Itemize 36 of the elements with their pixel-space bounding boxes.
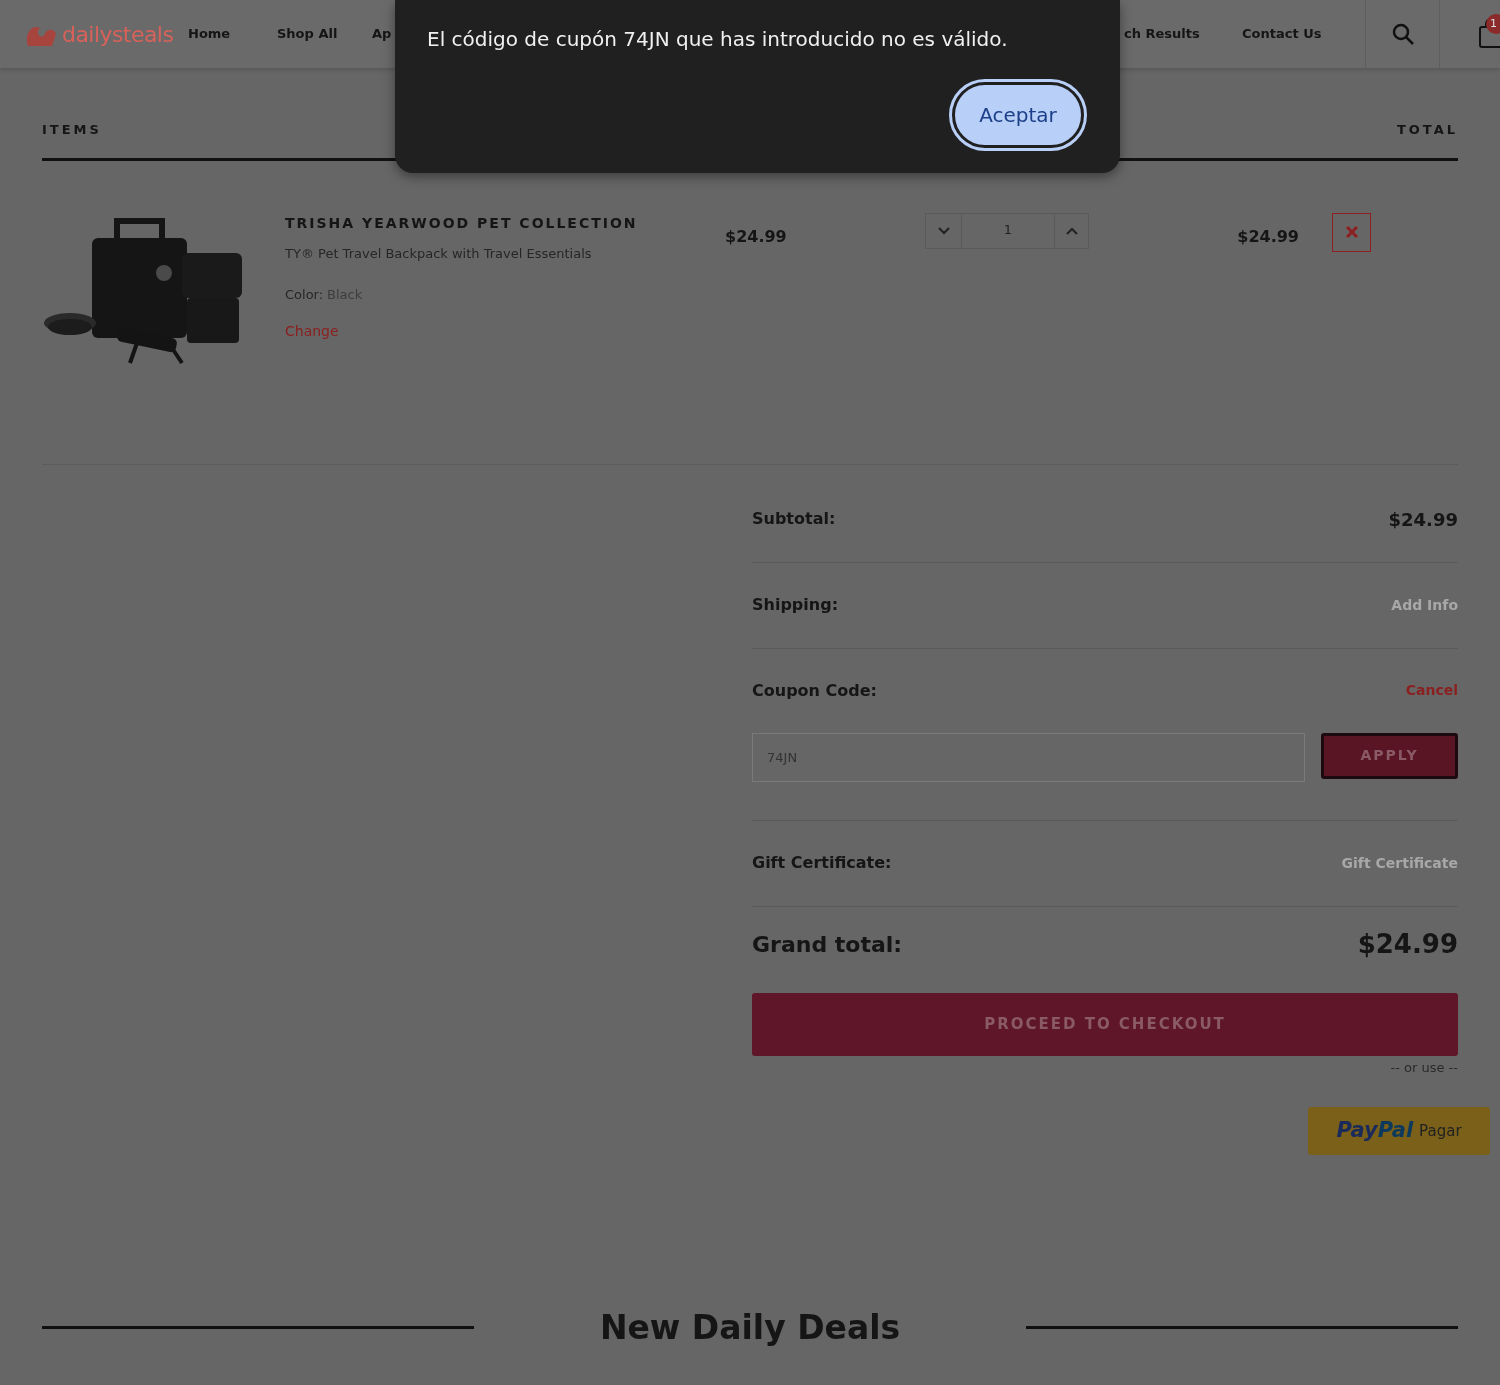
gift-certificate-link[interactable]: Gift Certificate: [1341, 852, 1458, 874]
option-label: Color:: [285, 286, 324, 304]
product-name: TY® Pet Travel Backpack with Travel Essentials: [285, 244, 593, 263]
shopping-bag-icon[interactable]: [1478, 19, 1500, 49]
product-brand: TRISHA YEARWOOD PET COLLECTION: [285, 213, 639, 233]
cart-count-badge: 1: [1486, 14, 1500, 34]
nav-link[interactable]: Home: [188, 24, 277, 44]
nav-link[interactable]: Shop All: [277, 24, 372, 44]
section-title: New Daily Deals: [598, 1307, 902, 1349]
item-total: $24.99: [1236, 225, 1299, 248]
nav-link[interactable]: Contact Us: [1242, 24, 1365, 44]
or-use-text: -- or use --: [1390, 1058, 1458, 1077]
dialog-message: El código de cupón 74JN que has introducido no es válido.: [427, 26, 1009, 53]
shipping-label: Shipping:: [752, 594, 839, 616]
checkout-button[interactable]: PROCEED TO CHECKOUT: [752, 992, 1458, 1056]
apply-button[interactable]: APPLY: [1321, 732, 1458, 779]
close-icon: [1345, 226, 1358, 238]
nav-link[interactable]: ch Results: [1124, 24, 1242, 44]
column-header: TOTAL: [1396, 121, 1458, 139]
subtotal-value: $24.99: [1388, 507, 1458, 532]
item-price: $24.99: [725, 225, 788, 248]
logo-text: dailysteals: [62, 20, 174, 49]
accept-button[interactable]: Aceptar: [952, 82, 1084, 148]
remove-button[interactable]: [1332, 212, 1371, 252]
change-link[interactable]: Change: [285, 320, 339, 342]
search-icon[interactable]: [1390, 22, 1415, 46]
cancel-link[interactable]: Cancel: [1405, 680, 1458, 701]
coupon-code-label: Coupon Code:: [752, 679, 877, 702]
add-info-link[interactable]: Add Info: [1391, 594, 1458, 616]
grand-total-label: Grand total:: [752, 931, 903, 959]
nav-link[interactable]: Ap: [372, 24, 394, 44]
grand-total-value: $24.99: [1357, 928, 1458, 961]
subtotal-label: Subtotal:: [752, 508, 836, 530]
paypal-button[interactable]: PayPal Pagar: [1308, 1107, 1490, 1155]
column-header: ITEMS: [42, 121, 102, 139]
gift-certificate-label: Gift Certificate:: [752, 852, 892, 874]
